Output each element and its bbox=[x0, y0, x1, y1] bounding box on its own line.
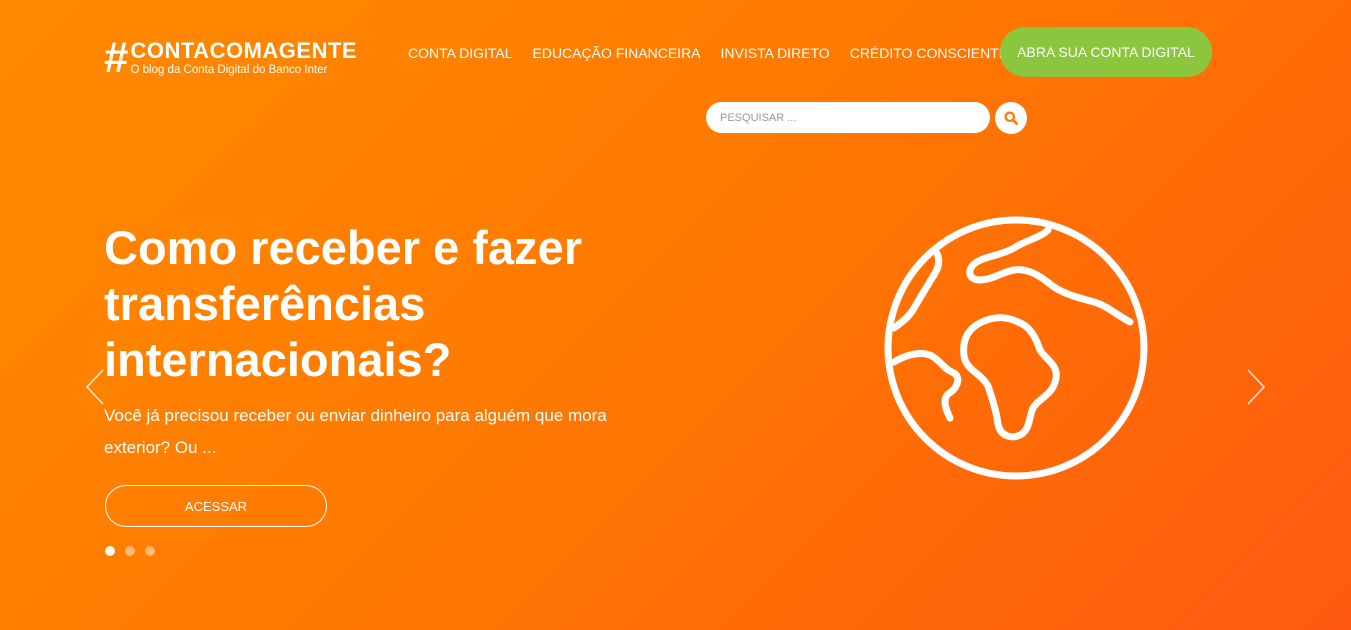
nav-item-conta-digital[interactable]: CONTA DIGITAL bbox=[408, 44, 513, 62]
logo-tagline: O blog da Conta Digital do Banco Inter bbox=[130, 64, 328, 76]
globe-icon bbox=[884, 216, 1148, 480]
logo-title: CONTACOMAGENTE bbox=[130, 38, 358, 63]
chevron-right-icon bbox=[1247, 369, 1266, 405]
nav-item-educacao-financeira[interactable]: EDUCAÇÃO FINANCEIRA bbox=[533, 44, 701, 62]
nav-item-invista-direto[interactable]: INVISTA DIRETO bbox=[721, 44, 830, 62]
access-button[interactable]: ACESSAR bbox=[105, 485, 327, 527]
slide-title: Como receber e fazer transferências inte… bbox=[104, 221, 583, 386]
slide-excerpt: Você já precisou receber ou enviar dinhe… bbox=[104, 406, 607, 457]
search-icon bbox=[1004, 111, 1018, 125]
carousel-prev-button[interactable] bbox=[84, 367, 106, 407]
nav-item-credito-consciente[interactable]: CRÉDITO CONSCIENTE bbox=[850, 44, 1008, 62]
search-input[interactable] bbox=[706, 102, 990, 133]
carousel-dot-3[interactable] bbox=[145, 546, 155, 556]
carousel-dots bbox=[105, 546, 155, 556]
chevron-left-icon bbox=[85, 369, 104, 405]
open-account-button[interactable]: ABRA SUA CONTA DIGITAL bbox=[1000, 27, 1212, 77]
carousel-dot-2[interactable] bbox=[125, 546, 135, 556]
hero-banner: # CONTACOMAGENTE O blog da Conta Digital… bbox=[0, 0, 1351, 630]
carousel-dot-1[interactable] bbox=[105, 546, 115, 556]
logo-hash-mark: # bbox=[104, 33, 129, 82]
site-logo[interactable]: # CONTACOMAGENTE O blog da Conta Digital… bbox=[104, 33, 357, 82]
logo-text: CONTACOMAGENTE O blog da Conta Digital d… bbox=[130, 39, 357, 77]
carousel-next-button[interactable] bbox=[1245, 367, 1267, 407]
search-button[interactable] bbox=[995, 102, 1027, 134]
main-nav: CONTA DIGITAL EDUCAÇÃO FINANCEIRA INVIST… bbox=[408, 44, 1008, 62]
